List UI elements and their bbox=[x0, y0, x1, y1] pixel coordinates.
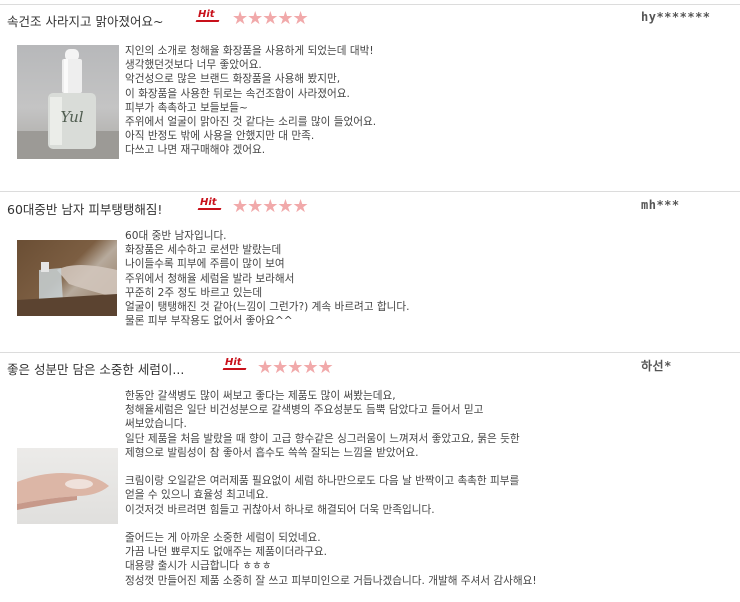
reviewer-id: 하선* bbox=[641, 359, 672, 373]
rating-stars: ★★★★★ bbox=[232, 196, 309, 217]
rating-stars: ★★★★★ bbox=[257, 357, 334, 378]
hand-swatch-image bbox=[17, 473, 109, 510]
review-item: 좋은 성분만 담은 소중한 세럼이... Hit ★★★★★ 하선* 한동안 갈… bbox=[0, 353, 740, 602]
review-body: 한동안 갈색병도 많이 써보고 좋다는 제품도 많이 써봤는데요, 청해율세럼은… bbox=[125, 390, 537, 587]
review-title[interactable]: 속건조 사라지고 맑아졌어요~ bbox=[7, 11, 163, 30]
review-body: 지인의 소개로 청해율 화장품을 사용하게 되었는데 대박! 생각했던것보다 너… bbox=[125, 45, 377, 157]
review-title[interactable]: 좋은 성분만 담은 소중한 세럼이... bbox=[7, 359, 184, 378]
review-title[interactable]: 60대중반 남자 피부탱탱해짐! bbox=[7, 199, 162, 218]
review-photo[interactable]: Yul bbox=[17, 45, 119, 159]
review-photo[interactable] bbox=[17, 448, 118, 524]
hit-badge: Hit bbox=[198, 9, 215, 20]
rating-stars: ★★★★★ bbox=[232, 8, 309, 29]
hit-badge: Hit bbox=[200, 197, 217, 208]
review-photo[interactable] bbox=[17, 240, 117, 316]
review-item: 속건조 사라지고 맑아졌어요~ Hit ★★★★★ hy******* Yul … bbox=[0, 0, 740, 190]
serum-bottle-image: Yul bbox=[17, 49, 119, 159]
review-body: 60대 중반 남자입니다. 화장품은 세수하고 로션만 발랐는데 나이들수록 피… bbox=[125, 230, 410, 328]
bottle-label: Yul bbox=[60, 108, 83, 126]
reviewer-id: hy******* bbox=[641, 10, 711, 24]
hand-serum-image bbox=[17, 262, 117, 316]
reviewer-id: mh*** bbox=[641, 198, 680, 212]
hit-badge: Hit bbox=[225, 357, 242, 368]
review-item: 60대중반 남자 피부탱탱해짐! Hit ★★★★★ mh*** 60대 중반 … bbox=[0, 192, 740, 352]
